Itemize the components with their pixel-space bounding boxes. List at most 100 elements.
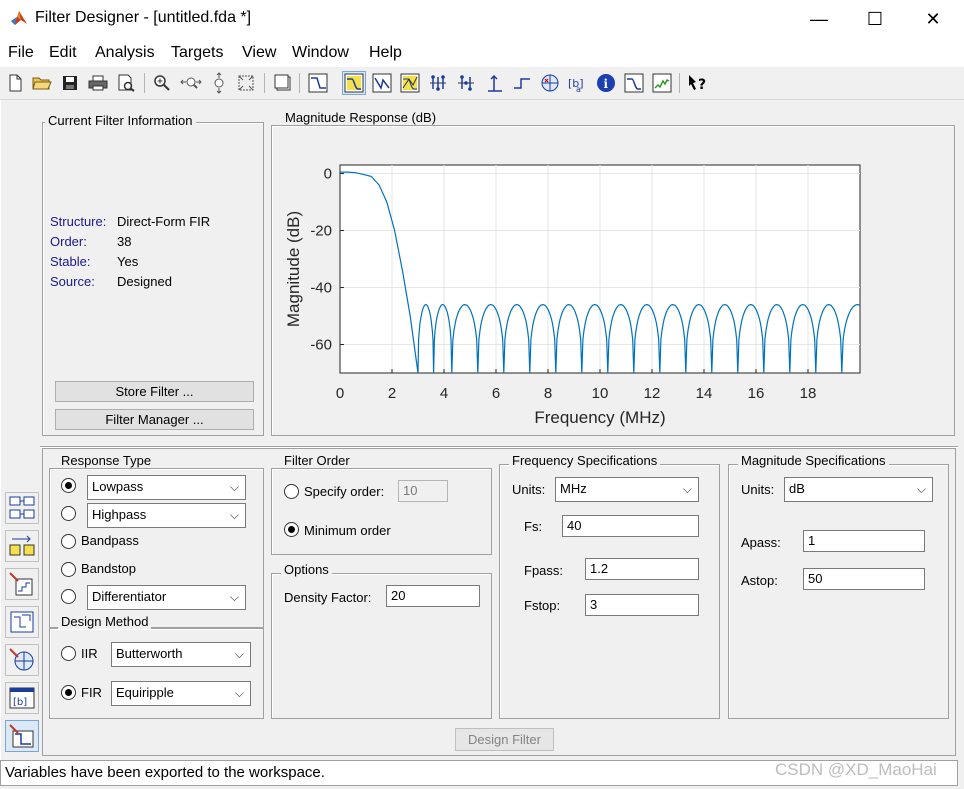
menu-file[interactable]: File	[8, 44, 34, 62]
order-label: Order:	[50, 234, 87, 249]
x-tick-label: 14	[696, 385, 713, 402]
filter-spec-icon[interactable]	[306, 71, 330, 95]
design-filter-mode-icon[interactable]	[5, 720, 39, 752]
fpass-input[interactable]: 1.2	[585, 558, 699, 580]
mag-phase-icon[interactable]	[398, 71, 422, 95]
filter-manager-button[interactable]: Filter Manager ...	[55, 409, 254, 430]
group-delay-icon[interactable]	[426, 71, 450, 95]
magnitude-response-chart: 0 2 4 6 8 10 12 14 16 18 0 -20 -40 -60 Frequency (MHz…	[284, 164, 861, 427]
highpass-radio[interactable]	[61, 506, 76, 521]
menu-analysis[interactable]: Analysis	[95, 44, 155, 62]
close-button[interactable]: ✕	[904, 0, 962, 38]
freq-units-dropdown[interactable]: MHz ⌵	[555, 477, 699, 502]
iir-method-dropdown[interactable]: Butterworth ⌵	[111, 642, 251, 667]
window-title: Filter Designer - [untitled.fda *]	[35, 9, 252, 26]
fir-method-dropdown[interactable]: Equiripple ⌵	[111, 681, 251, 706]
phase-delay-icon[interactable]	[454, 71, 478, 95]
print-icon[interactable]	[86, 71, 110, 95]
bandpass-radio[interactable]	[61, 534, 76, 549]
lowpass-radio[interactable]	[61, 478, 76, 493]
maximize-icon: ☐	[866, 8, 884, 29]
x-tick-label: 0	[336, 385, 344, 402]
apass-input[interactable]: 1	[803, 530, 925, 552]
specify-order-radio[interactable]	[284, 484, 299, 499]
lowpass-dropdown[interactable]: Lowpass ⌵	[87, 475, 246, 500]
impulse-response-icon[interactable]	[482, 71, 506, 95]
chevron-down-icon: ⌵	[234, 686, 244, 700]
pole-zero-icon[interactable]	[538, 71, 562, 95]
menu-targets[interactable]: Targets	[171, 44, 223, 62]
maximize-button[interactable]: ☐	[846, 0, 904, 38]
store-filter-button[interactable]: Store Filter ...	[55, 381, 254, 402]
phase-response-icon[interactable]	[370, 71, 394, 95]
chevron-down-icon: ⌵	[229, 480, 239, 494]
iir-method-value: Butterworth	[116, 646, 183, 661]
set-quantization-icon[interactable]	[5, 568, 39, 600]
round-off-noise-icon[interactable]	[650, 71, 674, 95]
differentiator-radio[interactable]	[61, 589, 76, 604]
response-type-title: Response Type	[58, 454, 155, 468]
import-filter-icon[interactable]: [b]	[5, 682, 39, 714]
close-icon: ✕	[925, 8, 941, 29]
new-file-icon[interactable]	[3, 71, 27, 95]
menu-view[interactable]: View	[242, 44, 276, 62]
transform-filter-icon[interactable]	[5, 492, 39, 524]
menu-window[interactable]: Window	[292, 44, 349, 62]
magnitude-specs-title: Magnitude Specifications	[738, 454, 889, 468]
density-factor-input[interactable]: 20	[386, 585, 480, 607]
order-value: 38	[117, 234, 132, 249]
iir-radio[interactable]	[61, 646, 76, 661]
open-folder-icon[interactable]	[30, 71, 54, 95]
save-icon[interactable]	[58, 71, 82, 95]
create-multirate-icon[interactable]	[5, 530, 39, 562]
filter-information-icon[interactable]: i	[594, 71, 618, 95]
y-axis-label: Magnitude (dB)	[284, 211, 303, 327]
design-filter-button[interactable]: Design Filter	[455, 728, 554, 751]
bandstop-radio[interactable]	[61, 562, 76, 577]
differentiator-dropdown[interactable]: Differentiator ⌵	[87, 585, 246, 610]
iir-label: IIR	[81, 646, 98, 661]
fs-input[interactable]: 40	[562, 515, 699, 537]
mag-units-dropdown[interactable]: dB ⌵	[784, 477, 933, 502]
zoom-y-icon[interactable]	[207, 71, 231, 95]
chevron-down-icon: ⌵	[229, 590, 239, 604]
magnitude-response-icon[interactable]	[342, 71, 366, 95]
density-factor-label: Density Factor:	[284, 590, 372, 605]
frequency-specs-panel	[499, 464, 720, 719]
order-input[interactable]: 10	[398, 480, 448, 502]
magnitude-estimate-icon[interactable]	[622, 71, 646, 95]
whats-this-help-icon[interactable]: ?	[686, 71, 710, 95]
stable-value: Yes	[117, 254, 139, 269]
fir-radio[interactable]	[61, 685, 76, 700]
specify-order-label: Specify order:	[304, 484, 385, 499]
svg-text:?: ?	[698, 77, 706, 93]
astop-input[interactable]: 50	[803, 568, 925, 590]
new-window-icon[interactable]	[271, 71, 295, 95]
minimum-order-radio[interactable]	[284, 522, 299, 537]
step-response-icon[interactable]	[510, 71, 534, 95]
zoom-in-icon[interactable]	[150, 71, 174, 95]
menu-edit[interactable]: Edit	[49, 44, 77, 62]
fir-method-value: Equiripple	[116, 685, 174, 700]
chevron-down-icon: ⌵	[234, 647, 244, 661]
structure-label: Structure:	[50, 214, 107, 229]
realize-model-icon[interactable]	[5, 606, 39, 638]
minimize-button[interactable]: —	[790, 0, 848, 38]
pole-zero-editor-icon[interactable]	[5, 644, 39, 676]
full-view-icon[interactable]	[234, 71, 258, 95]
zoom-x-icon[interactable]	[179, 71, 203, 95]
design-method-title: Design Method	[58, 615, 152, 629]
apass-label: Apass:	[741, 535, 781, 550]
x-tick-label: 8	[544, 385, 552, 402]
minimum-order-label: Minimum order	[304, 523, 391, 538]
x-tick-label: 2	[388, 385, 396, 402]
x-tick-label: 16	[748, 385, 765, 402]
frequency-specs-title: Frequency Specifications	[509, 454, 661, 468]
stable-label: Stable:	[50, 254, 91, 269]
highpass-dropdown[interactable]: Highpass ⌵	[87, 503, 246, 528]
menu-help[interactable]: Help	[369, 44, 402, 62]
filter-coefficients-icon[interactable]: [b] a	[566, 71, 590, 95]
fstop-input[interactable]: 3	[585, 594, 699, 616]
x-tick-label: 10	[592, 385, 609, 402]
print-preview-icon[interactable]	[114, 71, 138, 95]
